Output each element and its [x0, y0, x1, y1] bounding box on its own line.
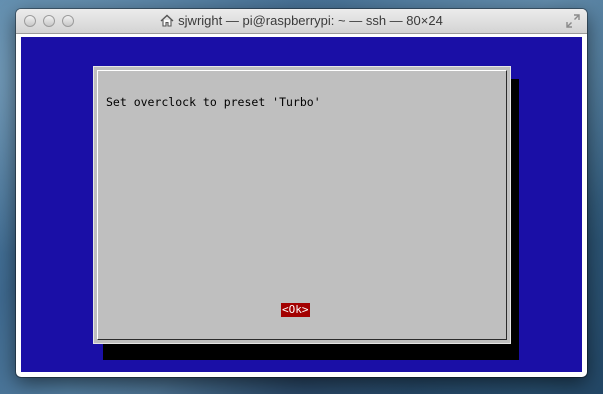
terminal-screen[interactable]: Set overclock to preset 'Turbo' <Ok> — [21, 37, 582, 372]
dialog-message: Set overclock to preset 'Turbo' — [106, 95, 321, 109]
dialog-frame — [97, 70, 507, 340]
fullscreen-arrows-icon[interactable] — [566, 14, 580, 28]
message-dialog: Set overclock to preset 'Turbo' <Ok> — [93, 66, 511, 344]
home-icon — [160, 14, 174, 27]
title-bar[interactable]: sjwright — pi@raspberrypi: ~ — ssh — 80×… — [16, 9, 587, 34]
terminal-window: sjwright — pi@raspberrypi: ~ — ssh — 80×… — [16, 9, 587, 377]
ok-button[interactable]: <Ok> — [281, 303, 310, 317]
window-title: sjwright — pi@raspberrypi: ~ — ssh — 80×… — [178, 13, 443, 28]
window-title-group: sjwright — pi@raspberrypi: ~ — ssh — 80×… — [16, 13, 587, 28]
